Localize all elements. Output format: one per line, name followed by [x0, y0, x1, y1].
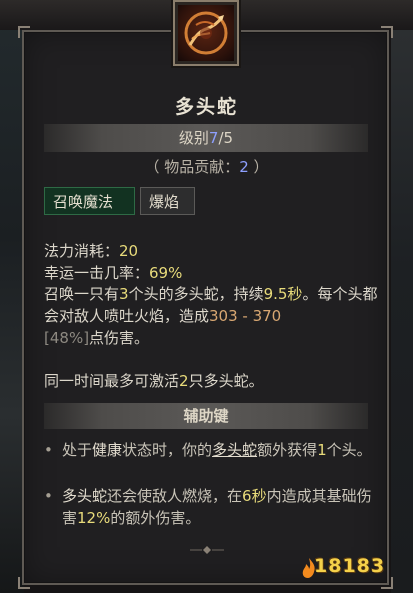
aux-duration-value: 6秒: [242, 487, 267, 505]
luck-label: 幸运一击几率：: [44, 264, 150, 282]
rank-bar: 级别7/5: [44, 124, 368, 152]
skill-description: 召唤一只有3个头的多头蛇，持续9.5秒。每个头都会对敌人喷吐火焰，造成303 -…: [44, 283, 384, 349]
ornament-divider-icon: [190, 540, 224, 554]
mana-cost: 法力消耗：20: [44, 240, 138, 261]
desc-heads-value: 3: [119, 285, 129, 303]
skill-description-limit: 同一时间最多可激活2只多头蛇。: [44, 370, 384, 392]
desc-duration-value: 9.5秒: [263, 285, 303, 303]
contrib-prefix: （ 物品贡献：: [144, 158, 240, 176]
aux-text: 还会使敌人燃烧，在: [107, 487, 243, 505]
rank-label: 级别: [178, 129, 209, 147]
diamond-bullet-icon: •: [44, 441, 53, 459]
aux-keyword-healthy: 健康: [92, 441, 123, 459]
aux-percent-value: 12%: [77, 509, 111, 527]
aux-key-header: 辅助键: [44, 403, 368, 429]
aux-bullet: • 多头蛇还会使敌人燃烧，在6秒内造成其基础伤害12%的额外伤害。: [44, 485, 374, 529]
aux-keyword-hydra: 多头蛇: [62, 487, 108, 505]
background-right: [391, 0, 413, 593]
contrib-value: 2: [239, 158, 249, 176]
item-contribution: （ 物品贡献：2 ）: [0, 156, 413, 177]
corner-ornament: [18, 26, 30, 38]
corner-ornament: [18, 577, 30, 589]
aux-text: 额外获得: [257, 441, 318, 459]
skill-title: 多头蛇: [174, 96, 238, 118]
watermark-logo: 18183: [300, 555, 400, 583]
tag-summon-magic: 召唤魔法: [44, 187, 135, 215]
aux-keyword-hydra[interactable]: 多头蛇: [212, 441, 257, 459]
watermark-text: 18183: [314, 555, 386, 577]
corner-ornament: [381, 26, 393, 38]
rank-max: /5: [218, 129, 234, 147]
desc-text: 召唤一只有: [44, 285, 120, 303]
desc-text: 点伤害。: [89, 329, 150, 347]
background-left: [0, 0, 24, 593]
aux-text: 的额外伤害。: [110, 509, 201, 527]
lucky-hit-chance: 幸运一击几率：69%: [44, 262, 182, 283]
diamond-bullet-icon: •: [44, 487, 53, 505]
contrib-suffix: ）: [248, 158, 269, 176]
desc-count-value: 2: [179, 372, 189, 390]
aux-heads-value: 1: [317, 441, 327, 459]
hydra-skill-icon: [175, 2, 237, 64]
mana-value: 20: [119, 242, 139, 260]
tag-pyromancy: 爆焰: [140, 187, 195, 215]
aux-text: 处于: [62, 441, 93, 459]
aux-text: 个头。: [326, 441, 372, 459]
aux-bullet-text: 处于健康状态时，你的多头蛇额外获得1个头。: [44, 439, 374, 461]
desc-text: 个头的多头蛇，持续: [128, 285, 264, 303]
desc-text: 只多头蛇。: [188, 372, 264, 390]
desc-damage-percent: [48%]: [44, 329, 90, 347]
luck-value: 69%: [149, 264, 183, 282]
aux-bullet-text: 多头蛇还会使敌人燃烧，在6秒内造成其基础伤害12%的额外伤害。: [44, 485, 374, 529]
desc-damage-value: 303 - 370: [209, 307, 282, 325]
desc-text: 同一时间最多可激活: [44, 372, 180, 390]
mana-label: 法力消耗：: [44, 242, 120, 260]
aux-bullet: • 处于健康状态时，你的多头蛇额外获得1个头。: [44, 439, 374, 461]
aux-text: 状态时，你的: [122, 441, 213, 459]
